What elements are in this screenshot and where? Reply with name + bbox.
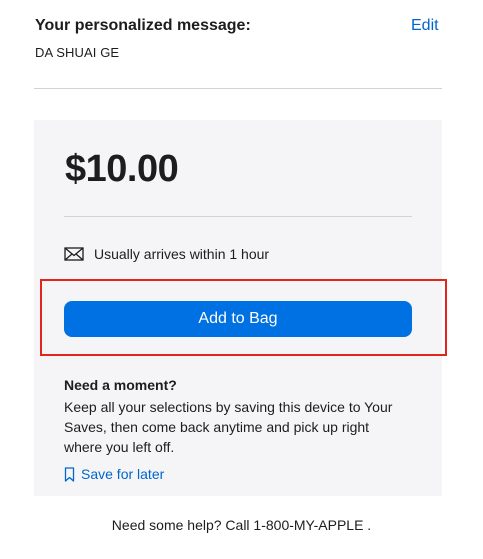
add-to-bag-button[interactable]: Add to Bag — [64, 301, 412, 337]
message-heading: Your personalized message: — [35, 17, 251, 34]
price: $10.00 — [65, 148, 179, 190]
message-value: DA SHUAI GE — [35, 45, 120, 60]
delivery-text: Usually arrives within 1 hour — [94, 246, 270, 262]
panel-divider — [64, 216, 412, 217]
divider — [34, 88, 442, 89]
save-body: Keep all your selections by saving this … — [64, 399, 393, 455]
save-for-later-label: Save for later — [81, 466, 165, 482]
edit-message-link[interactable]: Edit — [411, 17, 439, 35]
save-for-later-link[interactable]: Save for later — [64, 465, 164, 483]
help-text: Need some help? Call 1-800-MY-APPLE . — [111, 517, 372, 533]
delivery-info: Usually arrives within 1 hour — [64, 245, 269, 263]
save-title: Need a moment? — [64, 377, 177, 393]
page: Your personalized message: Edit DA SHUAI… — [0, 0, 483, 559]
bookmark-icon — [64, 466, 75, 482]
envelope-icon — [64, 246, 84, 262]
